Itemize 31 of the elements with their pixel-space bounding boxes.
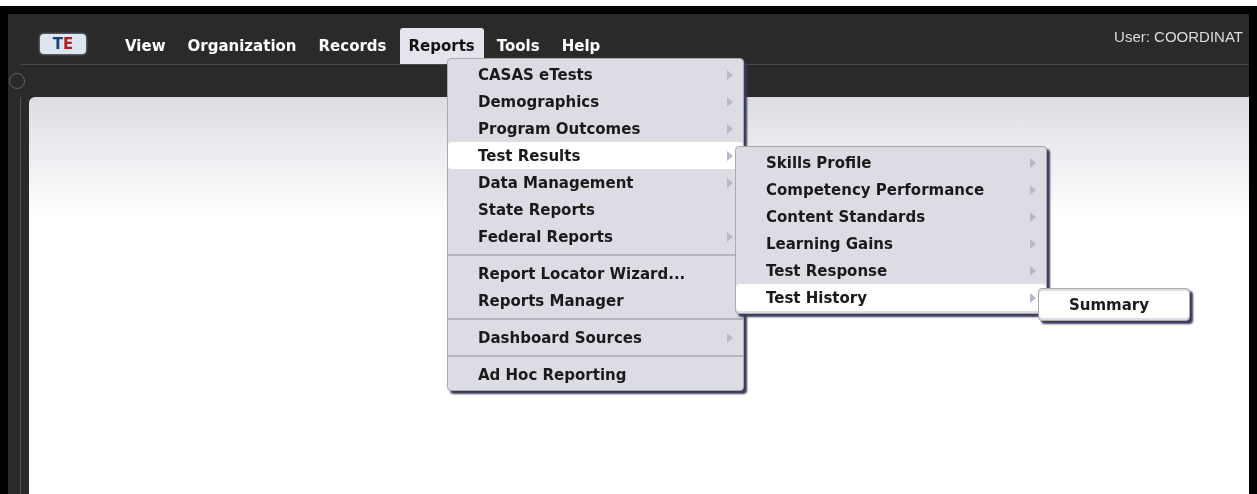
- menu-bar-item[interactable]: Organization: [178, 28, 306, 64]
- menu-item[interactable]: Test History: [736, 284, 1046, 311]
- menu-item[interactable]: Learning Gains: [736, 230, 1046, 257]
- submenu-arrow-icon: [727, 150, 733, 161]
- menu-item[interactable]: Test Results: [448, 142, 743, 169]
- submenu-arrow-icon: [727, 123, 733, 134]
- submenu-arrow-icon: [727, 69, 733, 80]
- menu-bar-item[interactable]: View: [116, 28, 175, 64]
- submenu-arrow-icon: [1030, 184, 1036, 195]
- menu-bar-item[interactable]: Reports: [399, 28, 484, 64]
- user-label: User: COORDINAT: [1114, 28, 1243, 45]
- submenu-arrow-icon: [727, 231, 733, 242]
- menu-item[interactable]: Program Outcomes: [448, 115, 743, 142]
- menu-item[interactable]: CASAS eTests: [448, 61, 743, 88]
- submenu-arrow-icon: [1030, 238, 1036, 249]
- menu-item[interactable]: Dashboard Sources: [448, 324, 743, 351]
- submenu-arrow-icon: [727, 177, 733, 188]
- submenu-arrow-icon: [727, 96, 733, 107]
- submenu-arrow-icon: [1030, 211, 1036, 222]
- submenu-arrow-icon: [727, 332, 733, 343]
- app-logo[interactable]: TE: [40, 34, 86, 54]
- menu-item[interactable]: Ad Hoc Reporting: [448, 361, 743, 388]
- menu-bar-item[interactable]: Records: [309, 28, 396, 64]
- menu-item[interactable]: Content Standards: [736, 203, 1046, 230]
- menu-item[interactable]: Demographics: [448, 88, 743, 115]
- menu-item[interactable]: Competency Performance: [736, 176, 1046, 203]
- menu-item[interactable]: Test Response: [736, 257, 1046, 284]
- submenu-arrow-icon: [1030, 292, 1036, 303]
- menu-item[interactable]: Summary: [1039, 291, 1189, 318]
- submenu-arrow-icon: [1030, 265, 1036, 276]
- submenu-arrow-icon: [1030, 157, 1036, 168]
